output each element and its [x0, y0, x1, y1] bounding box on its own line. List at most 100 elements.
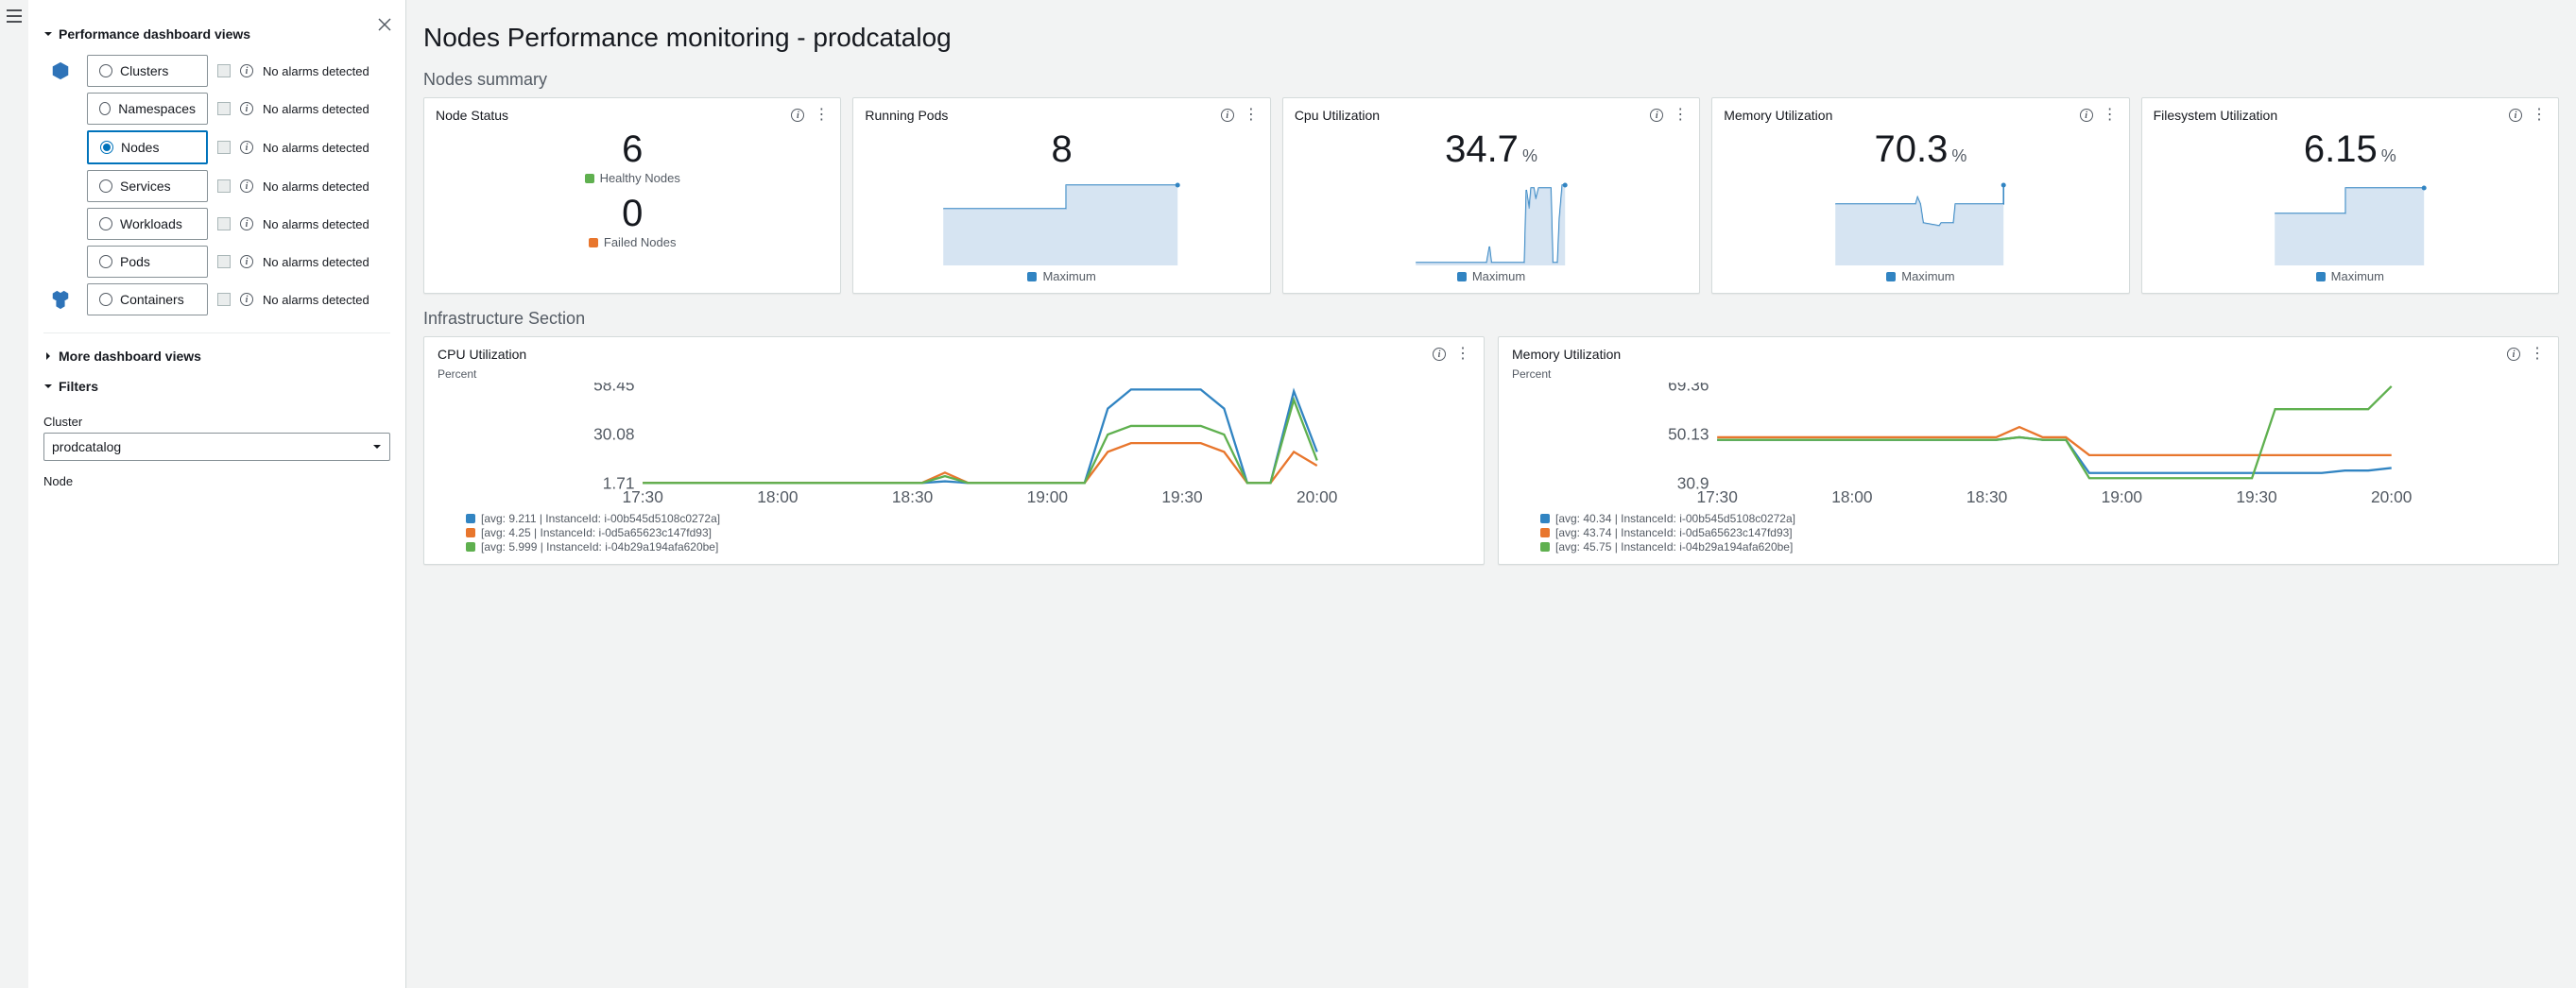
- svg-text:20:00: 20:00: [2371, 487, 2412, 505]
- chart-card: CPU Utilization i⋮ Percent 1.7130.0858.4…: [423, 336, 1485, 565]
- menu-icon[interactable]: ⋮: [814, 108, 829, 123]
- chart-title: Memory Utilization: [1512, 347, 1621, 362]
- sidebar-item-label: Workloads: [120, 216, 182, 231]
- radio-icon: [99, 293, 112, 306]
- caret-down-icon: [43, 29, 53, 39]
- info-icon[interactable]: i: [240, 293, 253, 306]
- chart-legend: [avg: 9.211 | InstanceId: i-00b545d5108c…: [438, 512, 1470, 554]
- sidebar-item-workloads[interactable]: Workloads: [87, 208, 208, 240]
- tree-row: Namespaces i No alarms detected: [43, 93, 390, 125]
- svg-text:18:00: 18:00: [757, 487, 798, 505]
- info-icon[interactable]: i: [2509, 109, 2522, 122]
- menu-icon[interactable]: ⋮: [2532, 108, 2547, 123]
- healthy-count: 6: [436, 128, 829, 171]
- info-icon[interactable]: i: [240, 179, 253, 193]
- info-icon[interactable]: i: [240, 102, 253, 115]
- svg-text:17:30: 17:30: [622, 487, 662, 505]
- spark-mem: [1724, 171, 2117, 265]
- alarm-box: [217, 255, 231, 268]
- alarm-box: [217, 179, 231, 193]
- alarm-text: No alarms detected: [263, 217, 369, 231]
- perf-views-label: Performance dashboard views: [59, 26, 250, 42]
- info-icon[interactable]: i: [240, 64, 253, 77]
- sidebar-item-label: Containers: [120, 292, 184, 307]
- svg-text:58.45: 58.45: [593, 383, 634, 395]
- chevron-down-icon: [372, 442, 382, 451]
- menu-icon[interactable]: ⋮: [2103, 108, 2118, 123]
- chart-area: 30.950.1369.3617:3018:0018:3019:0019:302…: [1512, 383, 2545, 508]
- alarm-box: [217, 293, 231, 306]
- chart-legend: [avg: 40.34 | InstanceId: i-00b545d5108c…: [1512, 512, 2545, 554]
- caret-right-icon: [43, 351, 53, 361]
- svg-text:18:30: 18:30: [1966, 487, 2007, 505]
- svg-text:18:00: 18:00: [1831, 487, 1872, 505]
- sidebar-item-services[interactable]: Services: [87, 170, 208, 202]
- alarm-text: No alarms detected: [263, 255, 369, 269]
- y-axis-label: Percent: [438, 367, 1470, 381]
- more-views-label: More dashboard views: [59, 349, 201, 364]
- tree-row: Pods i No alarms detected: [43, 246, 390, 278]
- sidebar-item-label: Nodes: [121, 140, 159, 155]
- spark-cpu: [1295, 171, 1688, 265]
- sidebar-item-label: Clusters: [120, 63, 168, 78]
- spark-pods: [865, 171, 1258, 265]
- cluster-select[interactable]: prodcatalog: [43, 433, 390, 461]
- sidebar-item-namespaces[interactable]: Namespaces: [87, 93, 208, 125]
- perf-views-header[interactable]: Performance dashboard views: [43, 19, 390, 49]
- menu-icon[interactable]: ⋮: [1673, 108, 1688, 123]
- y-axis-label: Percent: [1512, 367, 2545, 381]
- sidebar-item-nodes[interactable]: Nodes: [87, 130, 208, 164]
- chart-card: Memory Utilization i⋮ Percent 30.950.136…: [1498, 336, 2559, 565]
- tree-row: Clusters i No alarms detected: [43, 55, 390, 87]
- radio-icon: [99, 217, 112, 230]
- sidebar-item-containers[interactable]: Containers: [87, 283, 208, 315]
- sidebar-item-label: Services: [120, 179, 171, 194]
- svg-text:19:30: 19:30: [1161, 487, 1202, 505]
- info-icon[interactable]: i: [2507, 348, 2520, 361]
- radio-icon: [100, 141, 113, 154]
- alarm-box: [217, 141, 231, 154]
- infra-title: Infrastructure Section: [423, 309, 2559, 329]
- alarm-text: No alarms detected: [263, 102, 369, 116]
- menu-icon[interactable]: ⋮: [1455, 347, 1470, 362]
- info-icon[interactable]: i: [1221, 109, 1234, 122]
- alarm-text: No alarms detected: [263, 141, 369, 155]
- info-icon[interactable]: i: [2080, 109, 2093, 122]
- info-icon[interactable]: i: [240, 255, 253, 268]
- node-label: Node: [43, 474, 390, 488]
- alarm-box: [217, 217, 231, 230]
- alarm-text: No alarms detected: [263, 179, 369, 194]
- info-icon[interactable]: i: [1650, 109, 1663, 122]
- menu-icon[interactable]: ⋮: [1244, 108, 1259, 123]
- sidebar-item-clusters[interactable]: Clusters: [87, 55, 208, 87]
- card-title: Node Status: [436, 108, 508, 123]
- failed-count: 0: [436, 193, 829, 235]
- pods-value: 8: [865, 128, 1258, 171]
- chart-title: CPU Utilization: [438, 347, 526, 362]
- alarm-box: [217, 102, 231, 115]
- close-icon[interactable]: [377, 17, 392, 35]
- tree-row: Nodes i No alarms detected: [43, 130, 390, 164]
- card-title: Memory Utilization: [1724, 108, 1832, 123]
- summary-title: Nodes summary: [423, 70, 2559, 90]
- sidebar-item-label: Namespaces: [118, 101, 196, 116]
- radio-icon: [99, 255, 112, 268]
- sidebar-item-label: Pods: [120, 254, 150, 269]
- card-cpu: Cpu Utilization i⋮ 34.7% Maximum: [1282, 97, 1700, 294]
- cpu-value: 34.7%: [1295, 128, 1688, 171]
- radio-icon: [99, 102, 111, 115]
- info-icon[interactable]: i: [791, 109, 804, 122]
- sidebar-item-pods[interactable]: Pods: [87, 246, 208, 278]
- filters-header[interactable]: Filters: [43, 371, 390, 401]
- svg-text:50.13: 50.13: [1668, 425, 1709, 444]
- info-icon[interactable]: i: [240, 141, 253, 154]
- info-icon[interactable]: i: [240, 217, 253, 230]
- hamburger-menu[interactable]: [0, 0, 28, 988]
- menu-icon[interactable]: ⋮: [2530, 347, 2545, 362]
- mem-value: 70.3%: [1724, 128, 2117, 171]
- tree-row: Workloads i No alarms detected: [43, 208, 390, 240]
- more-views-header[interactable]: More dashboard views: [43, 341, 390, 371]
- svg-text:20:00: 20:00: [1297, 487, 1337, 505]
- info-icon[interactable]: i: [1433, 348, 1446, 361]
- svg-text:19:00: 19:00: [1027, 487, 1068, 505]
